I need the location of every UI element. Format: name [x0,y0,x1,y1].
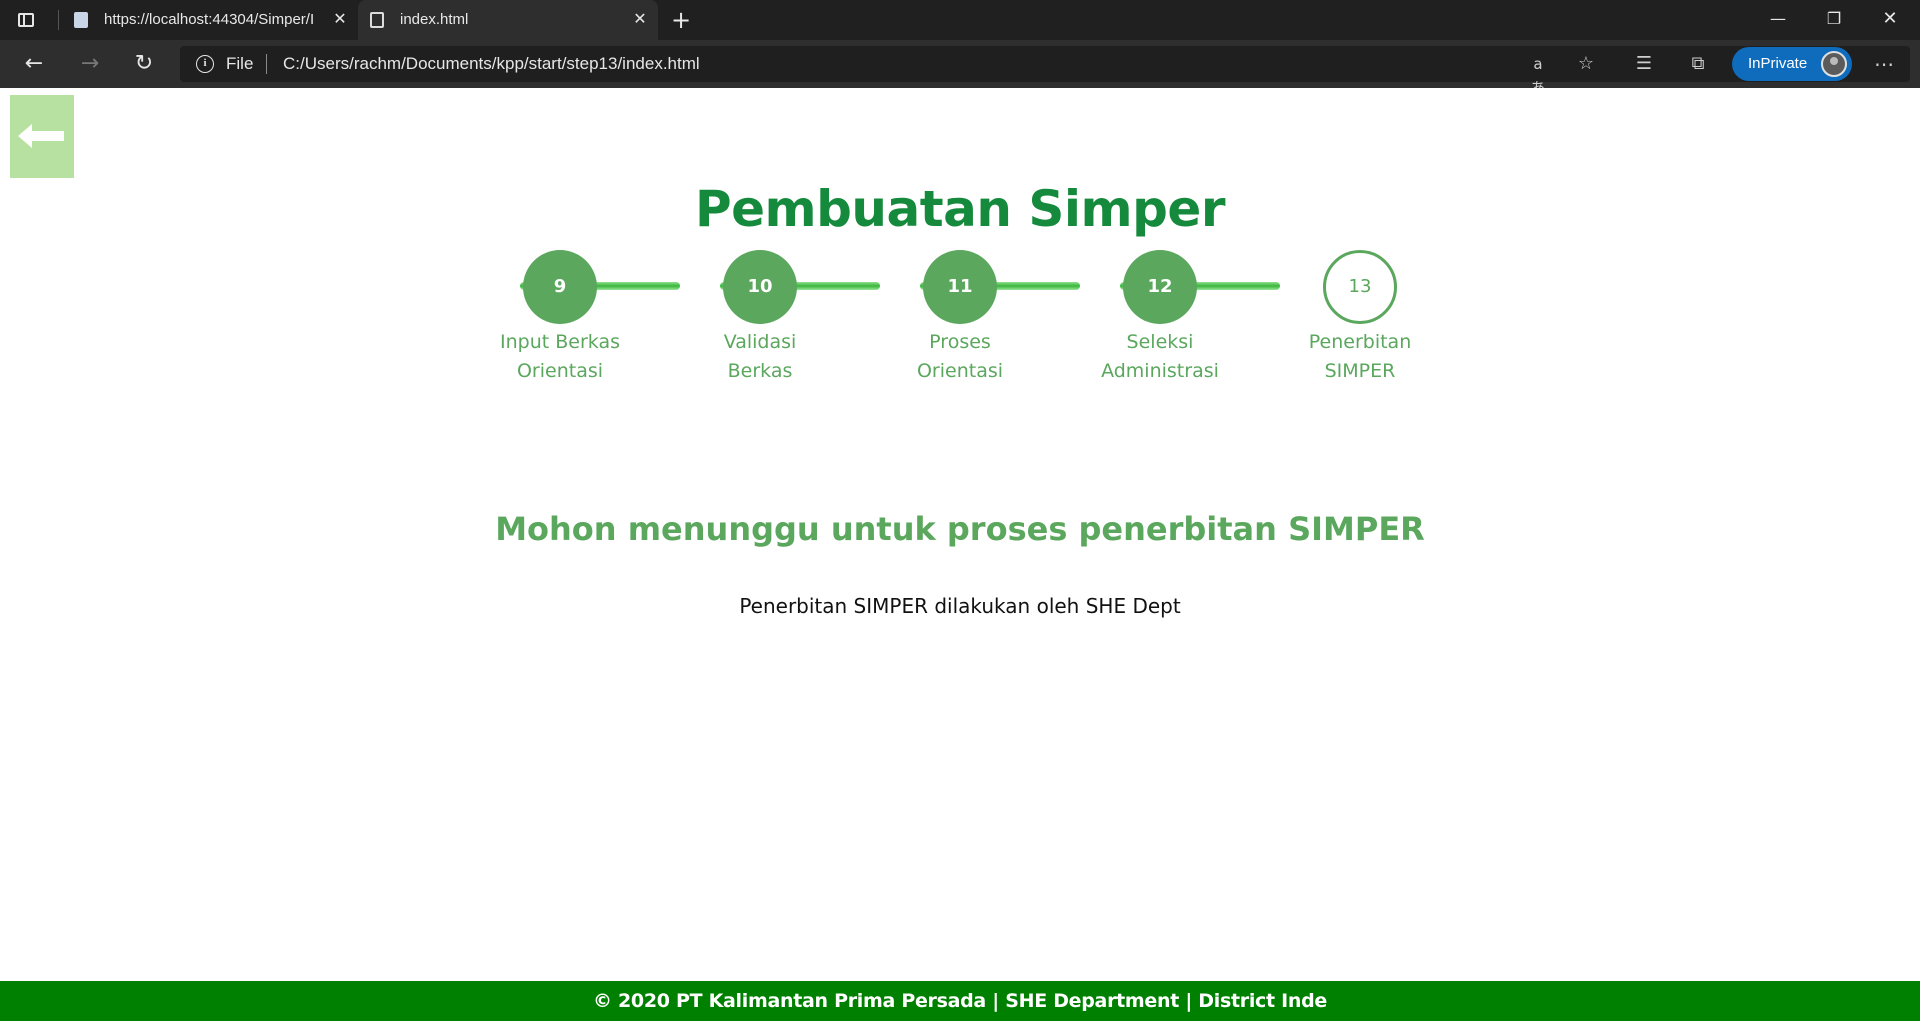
more-options-icon[interactable]: ⋯ [1872,52,1896,76]
step-13-label: Penerbitan SIMPER [1280,328,1440,386]
step-12-circle: 12 [1123,250,1197,324]
file-icon [370,12,384,28]
status-description: Penerbitan SIMPER dilakukan oleh SHE Dep… [739,594,1181,618]
close-window-button[interactable]: ✕ [1862,0,1918,40]
step-11-label: Proses Orientasi [880,328,1040,386]
reload-button[interactable]: ↻ [126,48,162,80]
inprivate-label: InPrivate [1748,55,1808,72]
step-9-circle: 9 [523,250,597,324]
site-info-icon[interactable]: i [196,55,214,73]
step-label-line: SIMPER [1324,360,1396,382]
step-label-line: Orientasi [916,360,1004,382]
step-label-line: Validasi [723,331,797,353]
browser-toolbar: ← → ↻ i File C:/Users/rachm/Documents/kp… [0,40,1920,97]
step-11-circle: 11 [923,250,997,324]
browser-tab-localhost[interactable]: https://localhost:44304/Simper/I ✕ [62,0,358,40]
page-title: Pembuatan Simper [694,180,1226,238]
step-13-circle: 13 [1323,250,1397,324]
browser-tab-index[interactable]: index.html ✕ [358,0,658,40]
back-nav-button[interactable] [10,95,74,178]
tab-separator [58,10,59,30]
step-label-line: Proses [929,331,991,353]
tab-actions-icon[interactable] [16,10,36,30]
minimize-window-button[interactable]: — [1750,0,1806,40]
close-tab-icon[interactable]: ✕ [630,9,650,29]
back-button[interactable]: ← [16,48,52,80]
step-label-line: Administrasi [1101,360,1219,382]
progress-stepper: 9 10 11 12 13 Input Berkas Orientasi Val… [460,250,1460,390]
step-10-circle: 10 [723,250,797,324]
step-label-line: Penerbitan [1308,331,1412,353]
close-tab-icon[interactable]: ✕ [330,9,350,29]
address-divider [266,54,267,74]
page-content: Pembuatan Simper 9 10 11 12 13 Input Ber… [0,88,1920,1021]
favorites-icon[interactable]: ☰ [1632,52,1656,76]
page-footer: © 2020 PT Kalimantan Prima Persada | SHE… [0,981,1920,1021]
restore-window-button[interactable]: ❐ [1806,0,1862,40]
forward-button[interactable]: → [72,48,108,80]
step-9-label: Input Berkas Orientasi [480,328,640,386]
add-favorite-icon[interactable]: ☆ [1574,52,1598,76]
step-label-line: Berkas [727,360,793,382]
collections-icon[interactable]: ⧉ [1686,52,1710,76]
read-aloud-icon[interactable]: aあ [1526,52,1550,97]
inprivate-button[interactable]: InPrivate [1732,47,1852,81]
step-10-label: Validasi Berkas [680,328,840,386]
step-12-label: Seleksi Administrasi [1080,328,1240,386]
tab-title: https://localhost:44304/Simper/I [104,11,314,28]
profile-avatar [1821,51,1847,77]
browser-tab-strip: https://localhost:44304/Simper/I ✕ index… [0,0,1920,40]
step-label-line: Orientasi [516,360,604,382]
step-label-line: Seleksi [1126,331,1194,353]
tab-title: index.html [400,11,469,28]
step-label-line: Input Berkas [500,331,620,353]
address-scheme: File [226,54,254,73]
address-url[interactable]: C:/Users/rachm/Documents/kpp/start/step1… [283,54,700,74]
new-tab-button[interactable]: + [668,7,694,33]
page-favicon-icon [74,12,88,28]
arrow-left-icon [18,124,64,148]
status-heading: Mohon menunggu untuk proses penerbitan S… [495,510,1425,548]
